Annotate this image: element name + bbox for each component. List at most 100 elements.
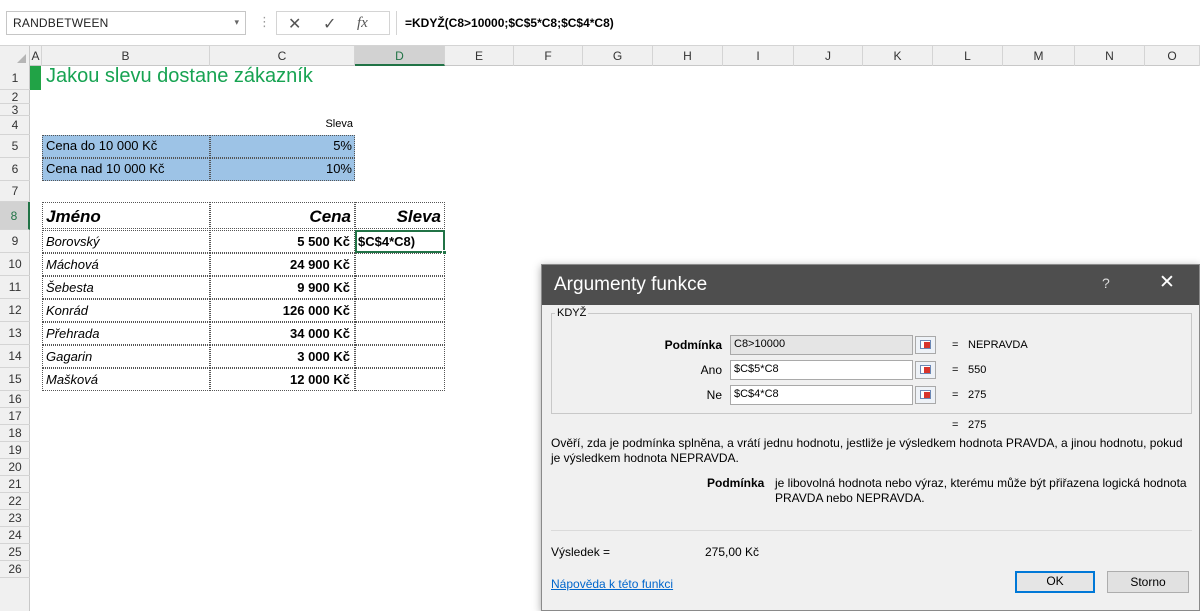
customer-name[interactable]: Šebesta [42,276,210,299]
col-header-n[interactable]: N [1075,46,1145,66]
customer-discount[interactable] [355,368,445,391]
customer-price[interactable]: 9 900 Kč [210,276,355,299]
customer-discount[interactable] [355,299,445,322]
row-header-26[interactable]: 26 [0,561,30,578]
chevron-down-icon[interactable]: ▾ [234,17,239,28]
row-header-22[interactable]: 22 [0,493,30,510]
customer-name[interactable]: Máchová [42,253,210,276]
row-header-6[interactable]: 6 [0,158,30,181]
col-header-k[interactable]: K [863,46,933,66]
customer-price[interactable]: 12 000 Kč [210,368,355,391]
col-header-b[interactable]: B [42,46,210,66]
row-header-11[interactable]: 11 [0,276,30,299]
row-header-8[interactable]: 8 [0,202,30,230]
row-header-5[interactable]: 5 [0,135,30,158]
col-header-g[interactable]: G [583,46,653,66]
row-header-20[interactable]: 20 [0,459,30,476]
arg-input-condition[interactable]: C8>10000 [730,335,913,355]
arg-input-true[interactable]: $C$5*C8 [730,360,913,380]
col-header-a[interactable]: A [30,46,42,66]
col-header-i[interactable]: I [723,46,794,66]
row-header-16[interactable]: 16 [0,391,30,408]
header-price[interactable]: Cena [210,202,355,229]
row-header-21[interactable]: 21 [0,476,30,493]
col-header-h[interactable]: H [653,46,723,66]
ref-cell-icon [924,367,930,373]
customer-name[interactable]: Gagarin [42,345,210,368]
collapse-dialog-icon[interactable] [915,336,936,354]
row-header-19[interactable]: 19 [0,442,30,459]
row-header-24[interactable]: 24 [0,527,30,544]
discount-value-1[interactable]: 5% [210,135,355,158]
row-header-23[interactable]: 23 [0,510,30,527]
col-header-j[interactable]: J [794,46,863,66]
ref-cell-icon [924,342,930,348]
cancel-button[interactable]: Storno [1107,571,1189,593]
arg-label-true: Ano [700,363,722,377]
customer-price[interactable]: 126 000 Kč [210,299,355,322]
row-header-10[interactable]: 10 [0,253,30,276]
customer-discount[interactable] [355,322,445,345]
row-header-17[interactable]: 17 [0,408,30,425]
customer-price[interactable]: 3 000 Kč [210,345,355,368]
row-header-12[interactable]: 12 [0,299,30,322]
col-header-d[interactable]: D [355,46,445,66]
row-header-4[interactable]: 4 [0,116,30,135]
overall-result: 275 [968,419,987,431]
row-header-1[interactable]: 1 [0,66,30,90]
arg-input-false[interactable]: $C$4*C8 [730,385,913,405]
customer-price[interactable]: 34 000 Kč [210,322,355,345]
arg-label-condition: Podmínka [664,338,722,352]
dialog-titlebar[interactable]: Argumenty funkce ? ✕ [542,265,1199,305]
col-header-f[interactable]: F [514,46,583,66]
active-cell-d8[interactable]: $C$4*C8) [355,230,445,253]
collapse-dialog-icon[interactable] [915,361,936,379]
discount-label-1[interactable]: Cena do 10 000 Kč [42,135,210,158]
row-header-2[interactable]: 2 [0,90,30,104]
formula-input[interactable]: =KDYŽ(C8>10000;$C$5*C8;$C$4*C8) [396,11,1200,35]
collapse-dialog-icon[interactable] [915,386,936,404]
customer-price[interactable]: 24 900 Kč [210,253,355,276]
customer-discount[interactable] [355,276,445,299]
row-header-25[interactable]: 25 [0,544,30,561]
enter-formula-icon[interactable]: ✓ [323,14,336,34]
discount-label-2[interactable]: Cena nad 10 000 Kč [42,158,210,181]
arg-desc-label: Podmínka [707,476,765,490]
row-header-15[interactable]: 15 [0,368,30,391]
customer-name[interactable]: Borovský [42,230,210,253]
insert-function-icon[interactable]: fx [357,15,368,32]
col-header-o[interactable]: O [1145,46,1200,66]
row-header-3[interactable]: 3 [0,104,30,116]
fill-handle[interactable] [442,250,447,255]
col-header-c[interactable]: C [210,46,355,66]
row-header-14[interactable]: 14 [0,345,30,368]
customer-name[interactable]: Mašková [42,368,210,391]
customer-discount[interactable] [355,253,445,276]
discount-value-2[interactable]: 10% [210,158,355,181]
row-header-9[interactable]: 9 [0,230,30,253]
close-icon[interactable]: ✕ [1159,271,1175,294]
sheet-title[interactable]: Jakou slevu dostane zákazník [46,65,313,88]
col-header-l[interactable]: L [933,46,1003,66]
select-all-corner[interactable] [0,46,30,66]
customer-discount[interactable] [355,345,445,368]
ok-button[interactable]: OK [1015,571,1095,593]
customer-name[interactable]: Konrád [42,299,210,322]
col-header-e[interactable]: E [445,46,514,66]
arg-result-false: 275 [968,389,987,401]
customer-name[interactable]: Přehrada [42,322,210,345]
row-header-7[interactable]: 7 [0,181,30,202]
row-header-18[interactable]: 18 [0,425,30,442]
header-discount[interactable]: Sleva [355,202,445,229]
cancel-formula-icon[interactable]: ✕ [288,14,301,34]
col-header-m[interactable]: M [1003,46,1075,66]
header-name[interactable]: Jméno [42,202,210,229]
name-box[interactable]: RANDBETWEEN ▾ [6,11,246,35]
customer-price[interactable]: 5 500 Kč [210,230,355,253]
name-box-value: RANDBETWEEN [13,16,109,30]
more-options-icon[interactable]: ⋮ [258,14,271,30]
help-link[interactable]: Nápověda k této funkci [551,577,673,591]
discount-header[interactable]: Sleva [210,118,353,130]
help-icon[interactable]: ? [1102,275,1110,291]
row-header-13[interactable]: 13 [0,322,30,345]
